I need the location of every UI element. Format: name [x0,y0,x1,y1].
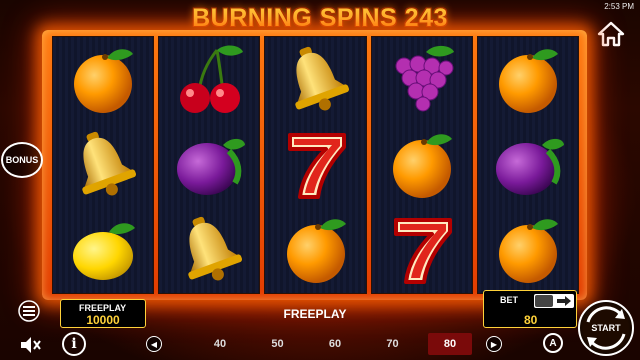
arrow-right-icon: ▶ [490,339,498,349]
plum-icon [161,124,257,206]
start-button[interactable]: START [578,300,634,356]
bonus-button[interactable]: BONUS [1,142,43,178]
orange-icon [480,39,576,121]
bell-icon [55,124,151,206]
sound-button[interactable] [18,334,42,356]
system-clock: 2:53 PM [604,2,634,11]
bet-value: 80 [524,313,538,327]
lines-option-50[interactable]: 50 [256,333,300,355]
orange-icon [374,124,470,206]
arrow-left-icon: ◀ [150,339,158,349]
autoplay-button[interactable]: A [543,333,563,353]
bell-icon [268,39,364,121]
lines-option-60[interactable]: 60 [313,333,357,355]
reel-1 [52,36,155,294]
plum-icon [480,124,576,206]
info-button[interactable]: i [62,332,86,356]
arrow-right-icon [557,296,571,306]
game-title: BURNING SPINS 243 [192,4,448,32]
reel-4 [370,36,473,294]
cherry-icon [161,39,257,121]
home-button[interactable] [596,20,626,48]
sound-muted-icon [21,337,41,353]
freeplay-credit-panel: FREEPLAY 10000 [60,299,146,328]
lines-selector: ◀ 40 50 60 70 80 ▶ [146,333,502,355]
orange-icon [480,209,576,291]
grapes-icon [374,39,470,121]
bet-toggle-knob [535,295,553,307]
orange-icon [55,39,151,121]
reel-2 [158,36,261,294]
bet-label: BET [500,295,518,305]
lemon-icon [55,209,151,291]
reel-5 [476,36,580,294]
lines-option-80[interactable]: 80 [428,333,472,355]
reels-area [52,36,580,294]
lines-option-40[interactable]: 40 [198,333,242,355]
seven-icon [374,209,470,291]
menu-button[interactable] [18,300,40,322]
spin-arrows-icon [586,306,626,350]
hamburger-icon [18,300,40,322]
freeplay-label: FREEPLAY [79,303,127,313]
lines-options: 40 50 60 70 80 [162,333,486,355]
bet-panel: BET 80 [483,290,577,328]
lines-prev-button[interactable]: ◀ [146,336,162,352]
home-icon [597,21,625,47]
lines-option-70[interactable]: 70 [371,333,415,355]
freeplay-value: 10000 [86,313,120,327]
lines-next-button[interactable]: ▶ [486,336,502,352]
orange-icon [268,209,364,291]
status-message: FREEPLAY [283,307,347,321]
seven-icon [268,124,364,206]
reel-3 [264,36,367,294]
bell-icon [161,209,257,291]
bet-toggle[interactable] [534,294,574,308]
